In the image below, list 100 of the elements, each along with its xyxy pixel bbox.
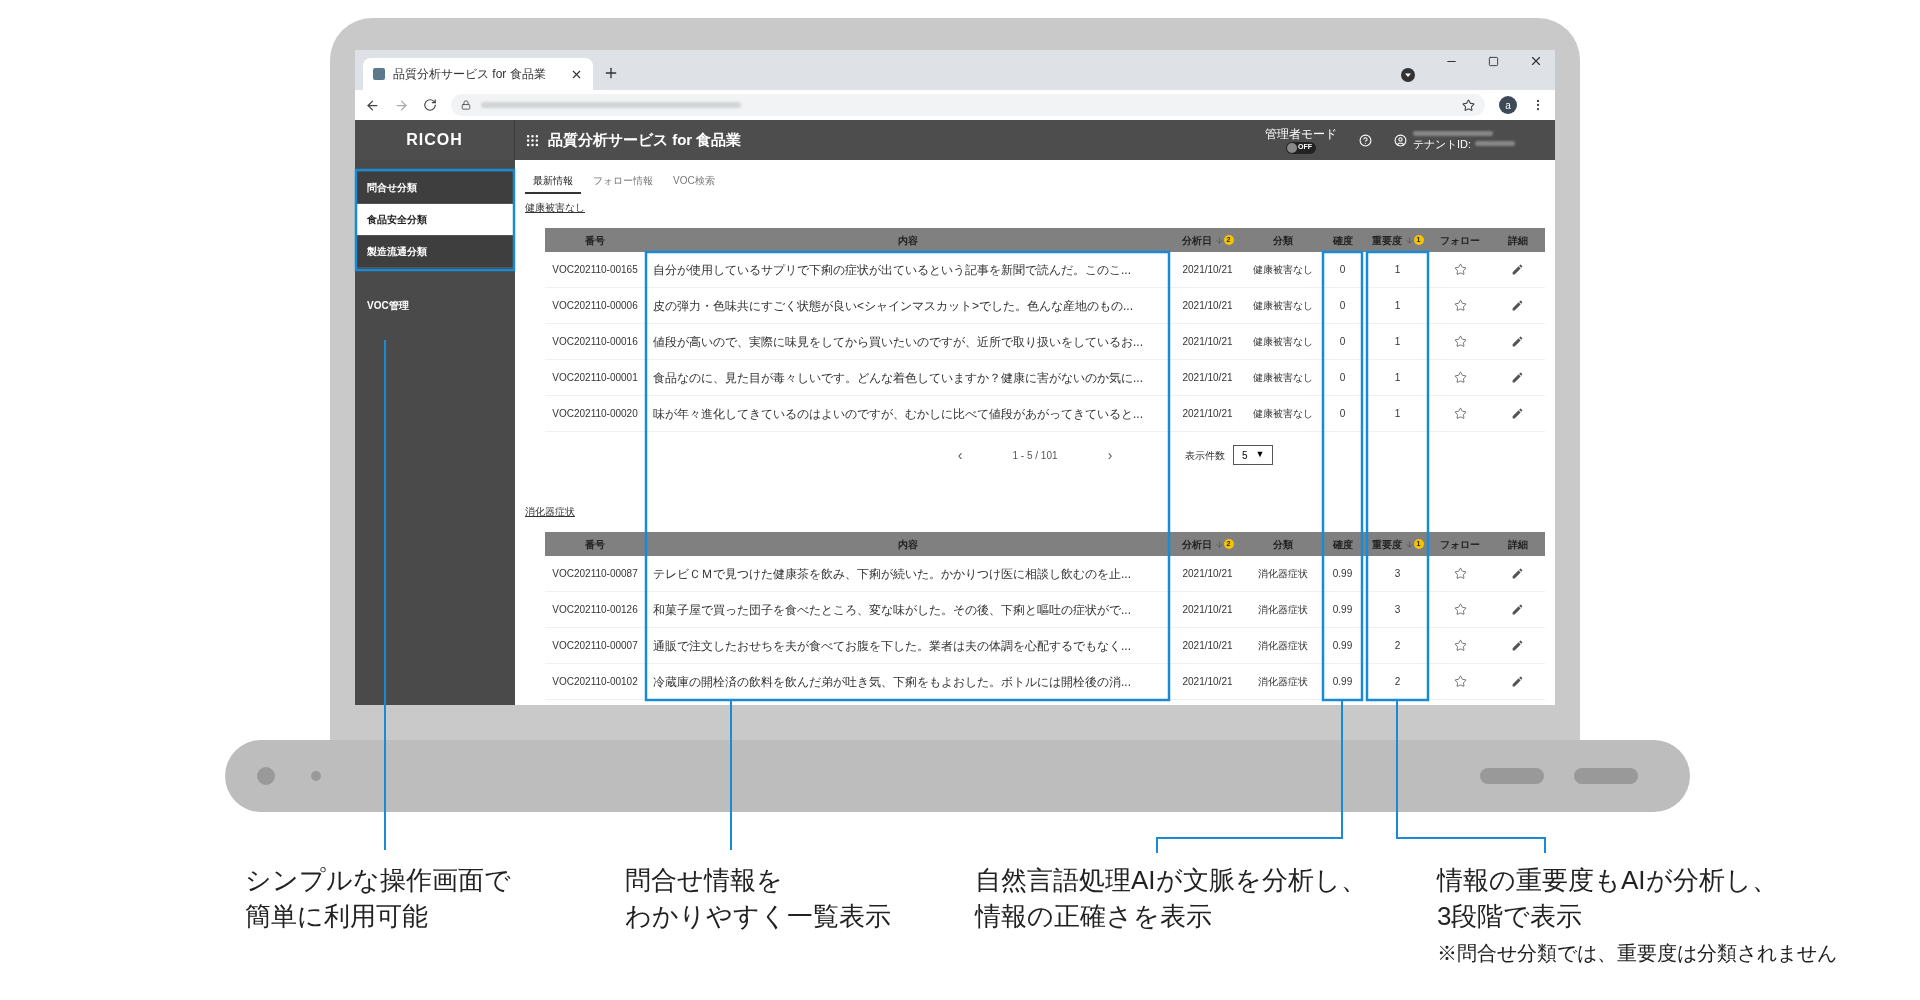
column-header: 内容 [897,233,918,248]
column-header: 分類 [1272,233,1293,248]
table-cell-text: 2021/10/21 [1182,371,1233,385]
sidebar-item[interactable]: 食品安全分類 [355,204,515,236]
section-title[interactable]: 消化器症状 [525,504,575,520]
edit-icon[interactable] [1511,603,1524,616]
column-header: 詳細 [1507,537,1528,552]
profile-dropdown-icon[interactable] [1401,68,1415,82]
table-cell-text: 2021/10/21 [1182,603,1233,617]
close-window-icon[interactable] [1529,54,1543,68]
edit-icon[interactable] [1511,639,1524,652]
table-cell-text: VOC202110-00016 [552,335,638,349]
column-header: 重要度 [1371,537,1402,552]
table-cell-text: 0 [1339,299,1346,313]
bookmark-star-icon[interactable] [1462,98,1475,112]
table-cell-text: 3 [1394,603,1401,617]
table-cell-text: 値段が高いので、実際に味見をしてから買いたいのですが、近所で取り扱いをしているお... [653,333,1143,351]
blurred-tenant-id [1475,141,1515,146]
tab[interactable]: フォロー情報 [585,168,661,194]
column-header: 確度 [1332,233,1353,248]
edit-icon[interactable] [1511,675,1524,688]
edit-icon[interactable] [1511,567,1524,580]
table-cell-text: テレビＣＭで見つけた健康茶を飲み、下痢が続いた。かかりつけ医に相談し飲むのを止... [653,565,1131,583]
edit-icon[interactable] [1511,335,1524,348]
reload-icon[interactable] [423,98,437,112]
column-header: 分析日 [1181,233,1212,248]
sort-arrow-icon [1404,539,1414,549]
edit-icon[interactable] [1511,263,1524,276]
sidebar-item[interactable]: 問合せ分類 [355,172,515,204]
follow-star-icon[interactable] [1453,675,1467,688]
table-cell-text: VOC202110-00087 [552,567,638,581]
table-cell-text: 冷蔵庫の開栓済の飲料を飲んだ弟が吐き気、下痢をもよおした。ボトルには開栓後の消... [653,673,1131,691]
callout-text: 情報の正確さを表示 [975,900,1212,933]
callout-text: 問合せ情報を [625,864,783,897]
table-cell-text: 0 [1339,371,1346,385]
edit-icon[interactable] [1511,299,1524,312]
indicator-light-icon [257,767,275,785]
table-cell-text: 0.99 [1332,567,1353,581]
follow-star-icon[interactable] [1453,263,1467,276]
callout-text: 情報の重要度もAIが分析し、 [1437,864,1778,897]
table-cell-text: 1 [1394,299,1401,313]
column-header: フォロー [1440,233,1480,248]
table-cell-text: VOC202110-00001 [552,371,638,385]
follow-star-icon[interactable] [1453,639,1467,652]
table-cell-text: 0.99 [1332,639,1353,653]
table-cell-text: 3 [1394,567,1401,581]
table-cell-text: 0 [1339,407,1346,421]
sidebar-item[interactable]: 製造流通分類 [355,236,515,268]
back-icon[interactable] [365,97,380,113]
app-title: 品質分析サービス for 食品業 [548,129,742,150]
table-cell-text: 消化器症状 [1257,639,1308,653]
table-cell-text: 消化器症状 [1257,567,1308,581]
column-header: 番号 [585,233,605,248]
column-header: フォロー [1440,537,1480,552]
follow-star-icon[interactable] [1453,335,1467,348]
edit-icon[interactable] [1511,407,1524,420]
user-icon[interactable] [1393,133,1407,147]
follow-star-icon[interactable] [1453,299,1467,312]
profile-avatar[interactable]: a [1499,96,1517,114]
column-header: 内容 [897,537,918,552]
table-cell-text: VOC202110-00165 [552,263,638,277]
column-header: 番号 [585,537,605,552]
column-header: 分類 [1272,537,1293,552]
table-cell-text: 0 [1339,263,1346,277]
table-cell-text: 健康被害なし [1252,263,1313,277]
table-cell-text: 1 [1394,335,1401,349]
table-cell-text: 1 [1394,263,1401,277]
table-cell-text: 0.99 [1332,603,1353,617]
rows-per-page-select[interactable]: 5 ▼ [1233,445,1274,465]
table-cell-text: 皮の弾力・色味共にすごく状態が良い<シャインマスカット>でした。色んな産地のもの... [653,297,1134,315]
follow-star-icon[interactable] [1453,407,1467,420]
indicator-light-icon [311,771,321,781]
table-cell-text: 2 [1394,675,1401,689]
maximize-icon[interactable] [1488,56,1499,67]
table-cell-text: 1 [1394,407,1401,421]
sort-arrow-icon [1214,235,1224,245]
table-cell-text: 2021/10/21 [1182,675,1233,689]
follow-star-icon[interactable] [1453,567,1467,580]
app-grid-icon[interactable] [525,132,540,148]
table-cell-text: 消化器症状 [1257,675,1308,689]
next-page-button[interactable]: › [1095,444,1125,466]
port-slot-icon [1480,768,1544,784]
section-title[interactable]: 健康被害なし [525,200,585,216]
new-tab-icon[interactable] [603,65,619,81]
column-header: 確度 [1332,537,1353,552]
browser-tab[interactable]: 品質分析サービス for 食品業 [363,58,593,90]
callout-text: シンプルな操作画面で [245,864,511,897]
tab[interactable]: VOC検索 [665,168,723,194]
help-icon[interactable] [1358,133,1372,147]
callout-text: 簡単に利用可能 [245,900,428,933]
table-cell-text: 健康被害なし [1252,407,1313,421]
tab[interactable]: 最新情報 [525,168,581,194]
table-cell-text: VOC202110-00126 [552,603,638,617]
table-cell-text: 健康被害なし [1252,335,1313,349]
previous-page-button[interactable]: ‹ [945,444,975,466]
callout-text: わかりやすく一覧表示 [625,900,891,933]
follow-star-icon[interactable] [1453,603,1467,616]
favicon-icon [373,68,385,80]
edit-icon[interactable] [1511,371,1524,384]
follow-star-icon[interactable] [1453,371,1467,384]
